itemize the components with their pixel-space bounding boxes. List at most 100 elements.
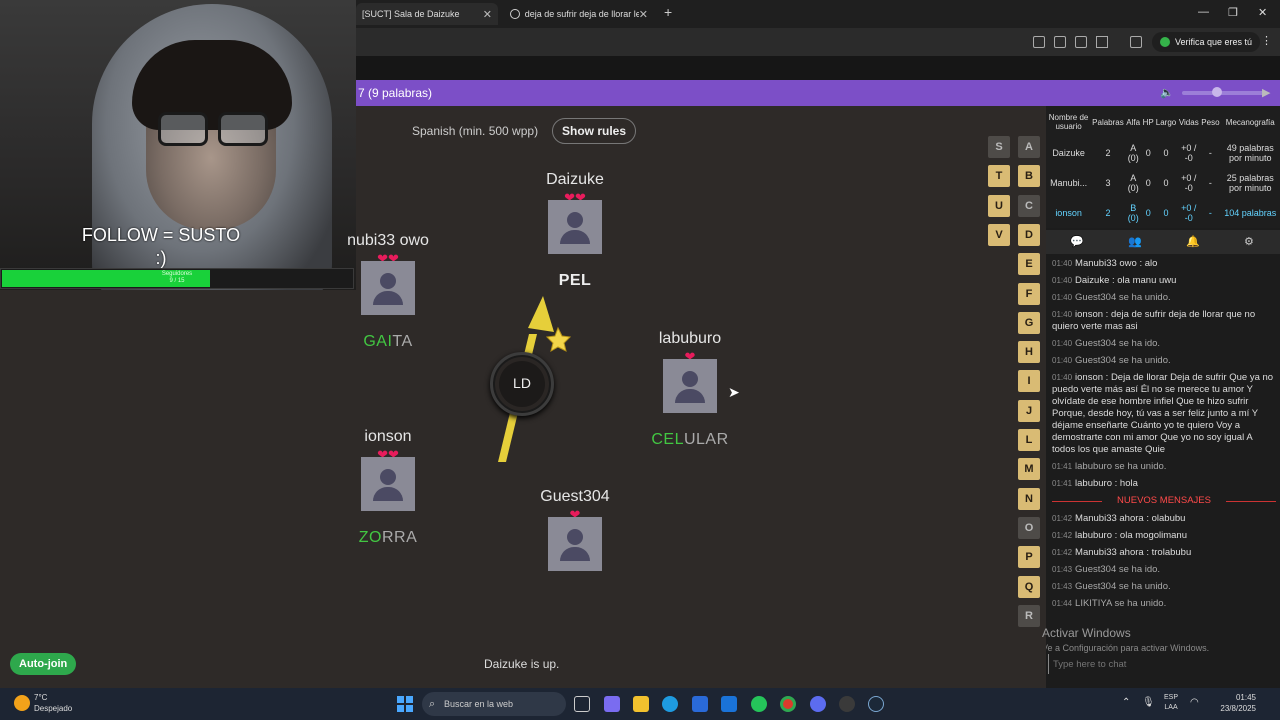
eye-off-icon[interactable] — [1075, 36, 1087, 48]
chat-timestamp: 01:43 — [1052, 582, 1073, 591]
folder-icon[interactable] — [633, 696, 649, 712]
task-view-icon[interactable] — [574, 696, 590, 712]
table-cell: 0 — [1163, 148, 1169, 158]
microphone-icon[interactable]: 🎙 — [1142, 697, 1155, 708]
tab-lyrics[interactable]: deja de sufrir deja de llorar letr ✕ — [504, 3, 654, 25]
scoreboard-column-header: Nombre de usuario — [1048, 113, 1089, 131]
scoreboard-column-header: Mecanografía — [1225, 117, 1275, 127]
close-icon[interactable]: ✕ — [483, 8, 492, 21]
chat-author[interactable]: Daizuke — [1075, 275, 1109, 286]
auto-join-button[interactable]: Auto-join — [10, 653, 77, 675]
star-icon[interactable] — [1096, 36, 1108, 48]
chat-message: 01:42 Manubi33 ahora : olabubu — [1052, 513, 1276, 525]
chat-text: : hola — [1112, 478, 1138, 489]
copilot-icon[interactable] — [604, 696, 620, 712]
taskbar-search[interactable]: ⌕ Buscar en la web — [422, 692, 566, 716]
letter-tile-b: B — [1018, 165, 1040, 188]
chat-message: 01:41 labuburo : hola — [1052, 478, 1276, 490]
chat-timestamp: 01:43 — [1052, 565, 1073, 574]
cast-icon[interactable] — [1033, 36, 1045, 48]
volume-slider-handle[interactable] — [1212, 87, 1222, 97]
translate-icon[interactable] — [1054, 36, 1066, 48]
chat-message: 01:40 Guest304 se ha ido. — [1052, 338, 1276, 350]
table-cell: +0 / -0 — [1181, 203, 1197, 223]
chat-system-text: Guest304 se ha ido. — [1075, 338, 1161, 349]
chat-author[interactable]: ionson — [1075, 372, 1103, 383]
input-language[interactable]: ESP LAA — [1164, 693, 1178, 713]
chat-input[interactable] — [1048, 654, 1278, 674]
table-cell: - — [1208, 208, 1212, 218]
users-tab-icon[interactable]: 👥 — [1128, 235, 1142, 248]
obs-icon[interactable] — [839, 696, 855, 712]
notifications-tab-icon[interactable]: 🔔 — [1186, 235, 1200, 248]
maximize-button[interactable]: ❐ — [1228, 6, 1238, 19]
chat-message: 01:41 labuburo se ha unido. — [1052, 461, 1276, 473]
chat-tabs: 💬 👥 🔔 ⚙ — [1046, 230, 1280, 254]
tab-label: [SUCT] Sala de Daizuke — [362, 9, 460, 19]
chat-author[interactable]: Manubi33 ahora — [1075, 547, 1144, 558]
letter-tile-u: U — [988, 194, 1010, 217]
new-messages-divider: NUEVOS MENSAJES — [1052, 495, 1276, 507]
chrome-icon[interactable] — [780, 696, 796, 712]
table-cell: - — [1208, 148, 1212, 158]
whatsapp-icon[interactable] — [751, 696, 767, 712]
letter-tile-n: N — [1018, 487, 1040, 510]
table-row[interactable]: Manubi... 3 A (0) 0 0 +0 / -0 - 25 palabras por… — [1046, 168, 1280, 198]
volume-icon[interactable]: 🔈 — [1160, 86, 1174, 99]
chat-message: 01:40 Manubi33 owo : alo — [1052, 258, 1276, 270]
letter-tile-h: H — [1018, 341, 1040, 364]
table-cell: +0 / -0 — [1181, 143, 1197, 163]
table-cell: 25 palabras por minuto — [1226, 173, 1274, 193]
check-icon — [1160, 37, 1170, 47]
outlook-icon[interactable] — [721, 696, 737, 712]
tab-sala-daizuke[interactable]: [SUCT] Sala de Daizuke ✕ — [356, 3, 498, 25]
discord-icon[interactable] — [810, 696, 826, 712]
chat-text: : trolabubu — [1143, 547, 1192, 558]
chat-text: : olabubu — [1143, 513, 1186, 524]
table-cell: A (0) — [1127, 173, 1139, 193]
letter-tile-o: O — [1018, 516, 1040, 539]
clock-date[interactable]: 23/8/2025 — [1206, 704, 1256, 713]
search-icon: ⌕ — [429, 698, 436, 710]
chevron-up-icon[interactable]: ⌃ — [1122, 697, 1130, 708]
chat-system-text: Guest304 se ha ido. — [1075, 564, 1161, 575]
chat-author[interactable]: ionson — [1075, 309, 1103, 320]
table-cell: 0 — [1163, 178, 1169, 188]
bomb-syllable: LD — [513, 375, 531, 391]
chat-author[interactable]: labuburo — [1075, 478, 1112, 489]
close-window-button[interactable]: ✕ — [1258, 6, 1267, 19]
chat-tab-icon[interactable]: 💬 — [1070, 235, 1084, 248]
follower-goal-label: Seguidores 9 / 15 — [161, 271, 193, 284]
minimize-button[interactable]: — — [1198, 6, 1209, 18]
table-cell: 3 — [1105, 178, 1111, 188]
wifi-icon[interactable]: ◠ — [1190, 697, 1199, 708]
new-tab-button[interactable]: + — [664, 4, 672, 20]
verify-identity-button[interactable]: Verifica que eres tú — [1152, 32, 1261, 52]
weather-temp: 7°C — [34, 693, 48, 702]
volume-slider[interactable] — [1182, 91, 1266, 95]
table-cell: - — [1208, 178, 1212, 188]
steam-icon[interactable] — [868, 696, 884, 712]
store-icon[interactable] — [692, 696, 708, 712]
chat-author[interactable]: labuburo — [1075, 530, 1112, 541]
letter-tile-j: J — [1018, 399, 1040, 422]
chat-text: : alo — [1136, 258, 1158, 269]
tab-label: deja de sufrir deja de llorar letr — [524, 9, 639, 19]
chat-author[interactable]: Manubi33 ahora — [1075, 513, 1144, 524]
chat-log[interactable]: 01:40 Manubi33 owo : alo 01:40 Daizuke : ol… — [1046, 258, 1280, 642]
chat-author[interactable]: Manubi33 owo — [1075, 258, 1137, 269]
play-icon[interactable]: ▶ — [1262, 86, 1270, 99]
media-icon[interactable] — [1130, 36, 1142, 48]
table-row[interactable]: ionson 2 B (0) 0 0 +0 / -0 - 104 palabras — [1046, 198, 1280, 228]
windows-start-icon[interactable] — [397, 696, 413, 712]
sun-icon[interactable] — [14, 695, 30, 711]
settings-tab-icon[interactable]: ⚙ — [1244, 235, 1254, 248]
clock-time[interactable]: 01:45 — [1216, 693, 1256, 702]
edge-icon[interactable] — [662, 696, 678, 712]
scoreboard-column-header: Vidas — [1178, 117, 1199, 127]
menu-icon[interactable]: ⋮ — [1261, 34, 1272, 47]
activate-windows-title: Activar Windows — [1042, 626, 1131, 640]
table-row[interactable]: Daizuke 2 A (0) 0 0 +0 / -0 - 49 palabras por m… — [1046, 138, 1280, 168]
close-icon[interactable]: ✕ — [639, 8, 648, 21]
chat-timestamp: 01:40 — [1052, 259, 1073, 268]
